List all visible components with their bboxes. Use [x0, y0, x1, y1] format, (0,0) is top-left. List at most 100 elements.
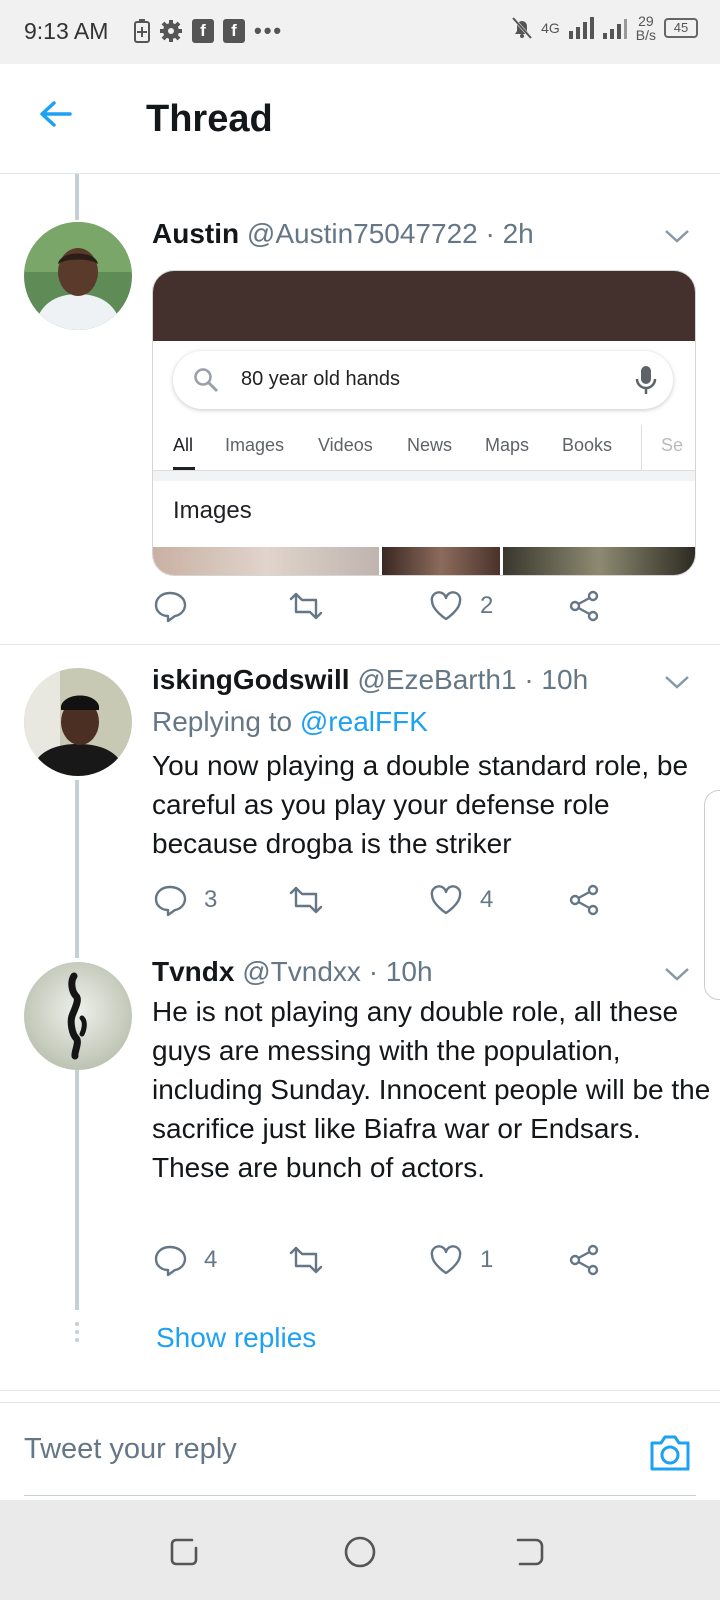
back-arrow-icon[interactable]	[36, 94, 76, 134]
network-speed-value: 29	[638, 13, 654, 29]
muted-bell-icon	[511, 16, 533, 40]
reply-button[interactable]: 4	[152, 1240, 217, 1280]
facebook-icon: f	[223, 19, 245, 43]
tweet-header: Tvndx @Tvndxx · 10h	[152, 956, 433, 988]
chevron-down-icon[interactable]	[664, 228, 690, 244]
battery-saver-icon	[134, 19, 150, 43]
heart-icon	[430, 885, 462, 915]
edge-panel-handle[interactable]	[704, 790, 720, 1000]
reply-button[interactable]: 3	[152, 880, 217, 920]
thumbnail-image	[153, 547, 379, 575]
signal-bars-icon	[602, 19, 627, 39]
camera-icon[interactable]	[648, 1433, 692, 1473]
tweet-author-name[interactable]: Tvndx	[152, 956, 234, 987]
chevron-down-icon[interactable]	[664, 966, 690, 982]
settings-gear-icon	[160, 20, 182, 42]
tweet-handle-time: @Tvndxx · 10h	[242, 956, 433, 987]
retweet-button[interactable]	[288, 586, 340, 626]
recent-apps-icon[interactable]	[166, 1534, 202, 1570]
reply-input[interactable]: Tweet your reply	[24, 1433, 237, 1466]
reply-count: 4	[204, 1246, 218, 1273]
reply-count: 3	[204, 886, 218, 913]
tweet-header: Austin @Austin75047722 · 2h	[152, 218, 534, 250]
tweet-actions: 2	[152, 586, 632, 626]
status-time: 9:13 AM	[24, 18, 109, 44]
images-heading: Images	[173, 497, 252, 524]
network-speed-unit: B/s	[635, 27, 656, 43]
signal-4g-icon: 4G	[541, 21, 560, 35]
active-tab-underline	[173, 467, 195, 470]
network-speed: 29 B/s	[636, 14, 656, 42]
avatar[interactable]	[24, 222, 132, 330]
status-bar: 9:13 AM f f ••• 4G 29 B/s 45	[0, 0, 720, 64]
google-tab: Se	[661, 435, 684, 455]
replying-to: Replying to @realFFK	[152, 706, 428, 738]
share-button[interactable]	[566, 586, 602, 626]
retweet-button[interactable]	[288, 1240, 340, 1280]
retweet-icon	[289, 886, 323, 914]
share-icon	[569, 1244, 599, 1276]
section-band	[153, 471, 695, 481]
thumbnail-image	[503, 547, 695, 575]
home-icon[interactable]	[342, 1534, 378, 1570]
google-tabs: All Images Videos News Maps Books Se	[153, 421, 695, 471]
reply-composer: Tweet your reply	[0, 1402, 720, 1500]
avatar[interactable]	[24, 962, 132, 1070]
more-notifications-icon: •••	[254, 18, 284, 43]
show-replies-link[interactable]: Show replies	[156, 1322, 316, 1354]
thread-line	[75, 780, 79, 958]
tweet-actions: 3 4	[152, 880, 632, 920]
status-right: 4G 29 B/s 45	[511, 14, 698, 42]
heart-icon	[430, 591, 462, 621]
network-type: 4G	[541, 20, 560, 36]
share-button[interactable]	[566, 1240, 602, 1280]
like-count: 1	[480, 1246, 494, 1273]
page-title: Thread	[146, 98, 273, 140]
retweet-button[interactable]	[288, 880, 340, 920]
share-button[interactable]	[566, 880, 602, 920]
tweet-image[interactable]: 80 year old hands All Images Videos News…	[152, 270, 696, 576]
app-header: Thread	[0, 64, 720, 174]
tweet-author-name[interactable]: Austin	[152, 218, 239, 249]
like-button[interactable]: 1	[428, 1240, 493, 1280]
embed-topbar	[153, 271, 695, 341]
status-notification-icons: f f •••	[134, 18, 283, 44]
like-count: 4	[480, 886, 494, 913]
thread-more-dots	[75, 1322, 79, 1346]
image-thumbnails	[153, 547, 695, 575]
thread-line	[75, 174, 79, 220]
google-tab: All	[173, 435, 194, 455]
tweet-author-name[interactable]: iskingGodswill	[152, 664, 350, 695]
share-icon	[569, 884, 599, 916]
thumbnail-image	[382, 547, 500, 575]
tweet-text: You now playing a double standard role, …	[152, 750, 689, 859]
divider	[0, 644, 720, 645]
search-icon	[194, 368, 219, 393]
signal-bars-icon	[568, 17, 594, 39]
replying-to-handle[interactable]: @realFFK	[300, 706, 428, 737]
microphone-icon	[635, 366, 657, 394]
like-button[interactable]: 4	[428, 880, 493, 920]
battery-level: 45	[673, 20, 689, 35]
google-tab: Videos	[318, 435, 373, 455]
tweet-text: He is not playing any double role, all t…	[152, 996, 711, 1183]
search-query: 80 year old hands	[241, 368, 401, 390]
like-count: 2	[480, 592, 494, 619]
reply-icon	[154, 591, 187, 623]
thread-line	[75, 1070, 79, 1310]
replying-to-label: Replying to	[152, 706, 300, 737]
avatar[interactable]	[24, 668, 132, 776]
tab-separator	[641, 425, 642, 471]
google-tab: Images	[225, 435, 285, 455]
reply-button[interactable]	[152, 586, 204, 626]
back-nav-icon[interactable]	[512, 1534, 548, 1570]
google-tab: Books	[562, 435, 613, 455]
chevron-down-icon[interactable]	[664, 674, 690, 690]
google-tab: Maps	[485, 435, 530, 455]
reply-icon	[154, 885, 187, 917]
tweet-handle-time: @EzeBarth1 · 10h	[357, 664, 589, 695]
like-button[interactable]: 2	[428, 586, 493, 626]
tweet-header: iskingGodswill @EzeBarth1 · 10h	[152, 664, 588, 696]
input-underline	[24, 1495, 696, 1496]
share-icon	[569, 590, 599, 622]
